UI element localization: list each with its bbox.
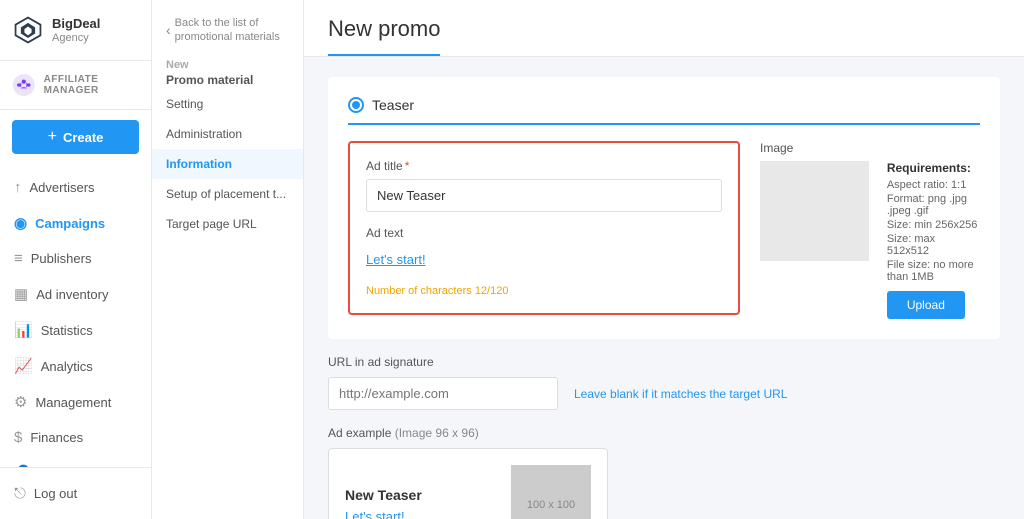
sidebar-item-advertisers[interactable]: ↑ Advertisers: [0, 170, 151, 205]
ad-title-input[interactable]: [366, 179, 722, 212]
teaser-radio[interactable]: [348, 97, 364, 113]
logout-item[interactable]: ⎋ Log out: [0, 476, 151, 511]
role-icon: [12, 71, 36, 99]
sidebar-item-label: Campaigns: [35, 216, 105, 231]
url-label: URL in ad signature: [328, 355, 1000, 369]
back-label: Back to the list of promotional material…: [175, 16, 289, 45]
sub-section-title: New Promo material: [152, 51, 303, 89]
req-min: Size: min 256x256: [887, 219, 980, 231]
logout-icon: ⎋: [14, 485, 26, 502]
create-label: Create: [63, 130, 103, 145]
sidebar-item-employees[interactable]: 👤 Employees: [0, 455, 151, 467]
finances-icon: $: [14, 429, 22, 446]
main-content: New promo Teaser Ad title: [304, 0, 1024, 519]
analytics-icon: 📈: [14, 357, 33, 375]
sidebar-item-finances[interactable]: $ Finances: [0, 420, 151, 455]
campaigns-icon: ◉: [14, 214, 27, 232]
red-border-box: Ad title* Ad text Let's start! Number of…: [348, 141, 740, 315]
sidebar-item-management[interactable]: ⚙ Management: [0, 384, 151, 420]
logo-area: BigDeal Agency: [0, 0, 151, 61]
url-hint: Leave blank if it matches the target URL: [574, 387, 787, 401]
logout-label: Log out: [34, 486, 77, 501]
image-upload-row: Requirements: Aspect ratio: 1:1 Format: …: [760, 161, 980, 319]
char-count: Number of characters 12/120: [366, 285, 722, 297]
sidebar-item-statistics[interactable]: 📊 Statistics: [0, 312, 151, 348]
ad-text-field: Ad text Let's start!: [366, 226, 722, 273]
ad-example-link[interactable]: Let's start!: [345, 509, 405, 519]
image-placeholder: [760, 161, 869, 261]
sub-nav-setting[interactable]: Setting: [152, 89, 303, 119]
sub-nav-setup-placement[interactable]: Setup of placement t...: [152, 179, 303, 209]
url-section: URL in ad signature Leave blank if it ma…: [328, 355, 1000, 410]
advertisers-icon: ↑: [14, 179, 22, 196]
role-label: AFFILIATE MANAGER: [44, 74, 139, 96]
page-title: New promo: [328, 16, 440, 56]
sidebar-item-campaigns[interactable]: ◉ Campaigns: [0, 205, 151, 241]
requirements-box: Requirements: Aspect ratio: 1:1 Format: …: [887, 161, 980, 319]
req-filesize: File size: no more than 1MB: [887, 259, 980, 283]
sub-nav-administration[interactable]: Administration: [152, 119, 303, 149]
ad-example-box: New Teaser Let's start! 100 x 100: [328, 448, 608, 519]
req-format: Format: png .jpg .jpeg .gif: [887, 193, 980, 217]
image-section: Image Requirements: Aspect ratio: 1:1 Fo…: [760, 141, 980, 319]
required-star: *: [405, 159, 410, 173]
teaser-card: Teaser Ad title*: [328, 77, 1000, 339]
req-max: Size: max 512x512: [887, 233, 980, 257]
ad-text-link[interactable]: Let's start!: [366, 246, 722, 273]
back-button[interactable]: ‹ Back to the list of promotional materi…: [152, 10, 303, 51]
ad-title-field: Ad title*: [366, 159, 722, 212]
plus-icon: +: [48, 128, 57, 146]
req-title: Requirements:: [887, 161, 980, 175]
sidebar-bottom: ⎋ Log out: [0, 467, 151, 519]
page-header: New promo: [304, 0, 1024, 57]
ad-example-text: New Teaser Let's start!: [345, 487, 422, 519]
logo-text: BigDeal Agency: [52, 16, 100, 44]
scrollable-body: Teaser Ad title*: [304, 57, 1024, 519]
sub-nav-target-page-url[interactable]: Target page URL: [152, 209, 303, 239]
ad-example-section: Ad example (Image 96 x 96) New Teaser Le…: [328, 426, 1000, 519]
create-button[interactable]: + Create: [12, 120, 139, 154]
sidebar-item-analytics[interactable]: 📈 Analytics: [0, 348, 151, 384]
image-label: Image: [760, 141, 980, 155]
url-row: Leave blank if it matches the target URL: [328, 377, 1000, 410]
teaser-header: Teaser: [348, 97, 980, 125]
form-image-row: Ad title* Ad text Let's start! Number of…: [348, 141, 980, 319]
sidebar-item-label: Management: [35, 395, 111, 410]
statistics-icon: 📊: [14, 321, 33, 339]
sidebar: BigDeal Agency AFFILIATE MANAGER + Creat…: [0, 0, 152, 519]
sub-nav-information[interactable]: Information: [152, 149, 303, 179]
publishers-icon: ≡: [14, 250, 23, 267]
ad-inventory-icon: ▦: [14, 285, 28, 303]
form-section: Ad title* Ad text Let's start! Number of…: [348, 141, 740, 319]
ad-example-title: New Teaser: [345, 487, 422, 503]
sidebar-nav: ↑ Advertisers ◉ Campaigns ≡ Publishers ▦…: [0, 164, 151, 467]
sidebar-item-publishers[interactable]: ≡ Publishers: [0, 241, 151, 276]
sidebar-item-label: Finances: [30, 430, 83, 445]
url-input[interactable]: [328, 377, 558, 410]
role-section: AFFILIATE MANAGER: [0, 61, 151, 110]
ad-example-label: Ad example (Image 96 x 96): [328, 426, 1000, 440]
sidebar-item-label: Publishers: [31, 251, 92, 266]
upload-button[interactable]: Upload: [887, 291, 965, 319]
sidebar-item-label: Statistics: [41, 323, 93, 338]
sidebar-item-ad-inventory[interactable]: ▦ Ad inventory: [0, 276, 151, 312]
teaser-label: Teaser: [372, 97, 414, 113]
logo-icon: [12, 14, 44, 46]
sidebar-item-label: Advertisers: [30, 180, 95, 195]
ad-title-label: Ad title*: [366, 159, 722, 173]
sub-sidebar: ‹ Back to the list of promotional materi…: [152, 0, 304, 519]
req-aspect: Aspect ratio: 1:1: [887, 179, 980, 191]
ad-thumbnail: 100 x 100: [511, 465, 591, 519]
sidebar-item-label: Ad inventory: [36, 287, 108, 302]
sidebar-item-label: Analytics: [41, 359, 93, 374]
management-icon: ⚙: [14, 393, 27, 411]
ad-text-label: Ad text: [366, 226, 722, 240]
back-arrow-icon: ‹: [166, 22, 171, 38]
content-area: ‹ Back to the list of promotional materi…: [152, 0, 1024, 519]
